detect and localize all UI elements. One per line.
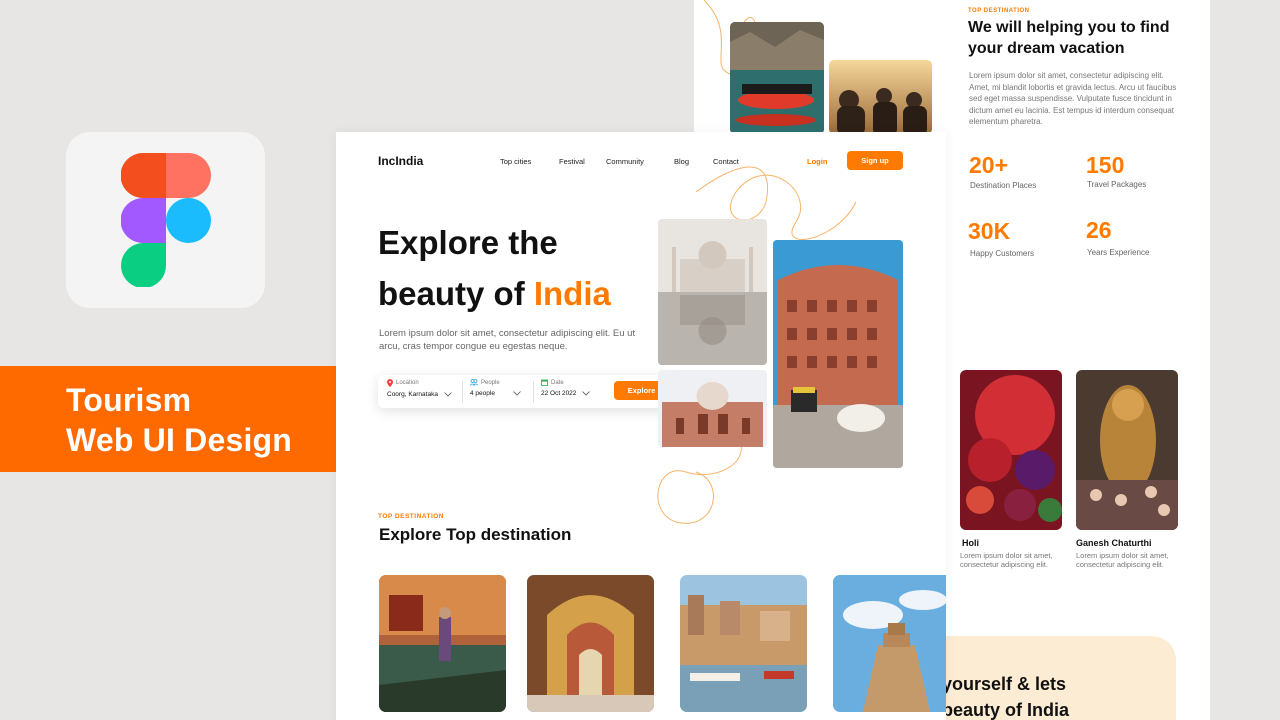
date-label: Date [551,379,564,386]
cta-line-2: beauty of India [942,700,1070,720]
festival-name: Holi [962,538,979,548]
stat-label: Happy Customers [970,249,1035,258]
stat-number: 20+ [969,152,1009,178]
stat-number: 30K [968,218,1011,244]
date-value: 22 Oct 2022 [541,390,577,397]
people-icon [470,379,478,386]
location-field[interactable]: Location Coorg, Karnataka [387,379,452,398]
figma-logo-icon [121,153,211,287]
cta-card: yourself & lets beauty of India [924,636,1176,720]
back-kicker: TOP DESTINATION [968,8,1030,14]
hero-title-line-2: beauty of India [378,275,611,313]
stat-label: Travel Packages [1087,180,1147,189]
banner-line-2: Web UI Design [66,422,293,458]
chevron-down-icon [444,392,452,397]
festival-desc: Lorem ipsum dolor sit amet, consectetur … [1076,551,1169,569]
stat-label: Years Experience [1087,248,1150,257]
stat-label: Destination Places [970,181,1037,190]
holi-image [960,370,1062,530]
calendar-icon [541,379,548,386]
destination-card-palace[interactable] [527,575,654,712]
nav-blog[interactable]: Blog [674,157,689,166]
front-page-preview: IncIndia Top cities Festival Community B… [336,132,946,720]
back-title: We will helping you to find your dream v… [968,19,1170,57]
people-label: People [481,379,500,386]
separator [462,381,463,403]
cta-line-1: yourself & lets [942,674,1067,694]
figma-logo-tile [66,132,265,308]
hero-description: Lorem ipsum dolor sit amet, consectetur … [379,328,636,352]
destination-card-varanasi[interactable] [680,575,807,712]
section-kicker: TOP DESTINATION [378,513,445,520]
people-field[interactable]: People 4 people [470,379,521,397]
chevron-down-icon [513,391,521,396]
festival-name: Ganesh Chaturthi [1076,538,1152,548]
hikers-image [829,60,932,134]
separator [533,381,534,403]
hero-title-highlight: India [533,275,611,312]
people-value: 4 people [470,390,495,397]
chevron-down-icon [582,391,591,396]
humayun-tomb-image [658,370,767,447]
nav-top-cities[interactable]: Top cities [500,157,531,166]
festival-desc: Lorem ipsum dolor sit amet, consectetur … [960,551,1053,569]
nav-festival[interactable]: Festival [559,157,585,166]
hawa-mahal-image [773,240,903,468]
signup-button[interactable]: Sign up [847,151,903,170]
nav-community[interactable]: Community [606,157,644,166]
destination-card-kashmir[interactable] [379,575,506,712]
ganesh-chaturthi-image [1076,370,1178,530]
stat-number: 150 [1086,152,1125,178]
nav-contact[interactable]: Contact [713,157,739,166]
location-value: Coorg, Karnataka [387,391,438,398]
back-body-text: Lorem ipsum dolor sit amet, consectetur … [969,71,1177,126]
hero-title-prefix: beauty of [378,275,534,312]
hero-title-line-1: Explore the [378,224,558,261]
date-field[interactable]: Date 22 Oct 2022 [541,379,591,397]
destination-card-hampi[interactable] [833,575,946,712]
location-label: Location [396,380,419,386]
rafting-image [730,22,824,134]
login-link[interactable]: Login [807,157,827,166]
taj-mahal-image [658,219,767,365]
search-bar: Location Coorg, Karnataka People 4 peopl… [378,375,674,408]
stat-number: 26 [1086,217,1112,243]
location-pin-icon [387,379,393,387]
section-title: Explore Top destination [379,525,572,544]
title-banner: Tourism Web UI Design [0,366,336,472]
site-logo[interactable]: IncIndia [378,154,423,168]
banner-line-1: Tourism [66,382,192,418]
